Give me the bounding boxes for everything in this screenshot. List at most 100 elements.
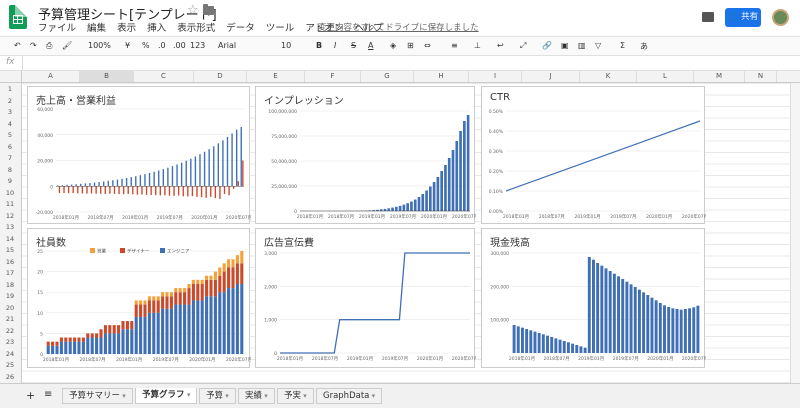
column-header-n[interactable]: N <box>745 71 777 82</box>
row-header-2[interactable]: 2 <box>0 97 20 105</box>
column-header-l[interactable]: L <box>637 71 694 82</box>
sheet-tab[interactable]: GraphData ▾ <box>316 388 383 404</box>
sheet-tab[interactable]: 予算 ▾ <box>199 388 236 404</box>
redo-icon[interactable]: ↷ <box>30 41 37 50</box>
decrease-decimal-button[interactable]: .0 <box>158 41 166 50</box>
column-header-e[interactable]: E <box>247 71 305 82</box>
bold-button[interactable]: B <box>316 41 322 50</box>
sheet-tab[interactable]: 予算グラフ ▾ <box>135 388 198 404</box>
star-icon[interactable]: ☆ <box>187 3 199 18</box>
sheet-tab[interactable]: 実績 ▾ <box>238 388 275 404</box>
row-header-11[interactable]: 11 <box>0 200 20 208</box>
functions-button[interactable]: Σ <box>620 41 625 50</box>
row-header-22[interactable]: 22 <box>0 327 20 335</box>
row-header-23[interactable]: 23 <box>0 338 20 346</box>
add-sheet-icon[interactable]: + <box>26 389 35 402</box>
menu-file[interactable]: ファイル <box>38 23 76 34</box>
row-header-3[interactable]: 3 <box>0 108 20 116</box>
formula-input[interactable] <box>26 57 786 69</box>
menu-format[interactable]: 表示形式 <box>177 23 215 34</box>
undo-icon[interactable]: ↶ <box>14 41 21 50</box>
menu-view[interactable]: 表示 <box>117 23 136 34</box>
borders-icon[interactable]: ⊞ <box>407 41 414 50</box>
font-select[interactable]: Arial <box>218 41 236 50</box>
input-tools-button[interactable]: あ <box>640 41 648 52</box>
row-header-15[interactable]: 15 <box>0 246 20 254</box>
menu-insert[interactable]: 挿入 <box>147 23 166 34</box>
tab-menu-icon[interactable]: ▾ <box>223 392 229 400</box>
chart-sales-operating-profit[interactable]: 売上高・営業利益 60,000 40,000 20,000 0 -20,000 2018年… <box>27 86 251 224</box>
fill-color-icon[interactable]: ◈ <box>390 41 396 50</box>
all-sheets-icon[interactable]: ≡ <box>44 389 52 400</box>
column-header-i[interactable]: I <box>469 71 522 82</box>
chart-advertising[interactable]: 広告宣伝費 3,000 2,000 1,000 0 2018年01月 2018年07月 20… <box>255 228 476 368</box>
row-header-14[interactable]: 14 <box>0 235 20 243</box>
font-size-select[interactable]: 10 <box>281 41 291 50</box>
strikethrough-button[interactable]: S <box>351 41 356 50</box>
filter-icon[interactable]: ▽ <box>595 41 601 50</box>
vertical-align-icon[interactable]: ⊥ <box>474 41 481 50</box>
row-header-18[interactable]: 18 <box>0 281 20 289</box>
chart-cash-balance[interactable]: 現金残高 300,000 200,000 100,000 2018年01月 2018年0… <box>481 228 706 368</box>
insert-link-icon[interactable]: 🔗 <box>542 41 552 50</box>
row-header-6[interactable]: 6 <box>0 143 20 151</box>
column-header-c[interactable]: C <box>134 71 194 82</box>
merge-cells-icon[interactable]: ⇔ <box>424 41 431 50</box>
number-format-select[interactable]: 123 <box>190 41 205 50</box>
row-header-12[interactable]: 12 <box>0 212 20 220</box>
print-icon[interactable]: ⎙ <box>46 41 52 51</box>
horizontal-align-icon[interactable]: ≡ <box>451 41 458 50</box>
select-all-corner[interactable] <box>0 71 22 83</box>
comment-icon[interactable] <box>702 12 714 22</box>
row-header-24[interactable]: 24 <box>0 350 20 358</box>
row-header-21[interactable]: 21 <box>0 315 20 323</box>
row-header-17[interactable]: 17 <box>0 269 20 277</box>
row-header-1[interactable]: 1 <box>0 85 20 93</box>
avatar[interactable] <box>772 9 789 26</box>
sheet-tab[interactable]: 予実 ▾ <box>277 388 314 404</box>
tab-menu-icon[interactable]: ▾ <box>301 392 307 400</box>
column-header-g[interactable]: G <box>361 71 414 82</box>
row-header-8[interactable]: 8 <box>0 166 20 174</box>
italic-button[interactable]: I <box>334 41 336 50</box>
share-button[interactable]: 👤 共有 <box>725 8 761 27</box>
column-header-h[interactable]: H <box>414 71 469 82</box>
row-header-16[interactable]: 16 <box>0 258 20 266</box>
menu-edit[interactable]: 編集 <box>87 23 106 34</box>
row-header-9[interactable]: 9 <box>0 177 20 185</box>
currency-button[interactable]: ¥ <box>125 41 130 50</box>
menu-data[interactable]: データ <box>226 23 255 34</box>
column-header-k[interactable]: K <box>580 71 637 82</box>
row-header-4[interactable]: 4 <box>0 120 20 128</box>
text-rotation-icon[interactable]: ⤢ <box>520 41 526 51</box>
chart-ctr[interactable]: CTR 0.50% 0.40% 0.30% 0.20% 0.10% 0.00% 2018年0… <box>481 86 706 224</box>
chart-impressions[interactable]: インプレッション 100,000,000 75,000,000 50,000,000… <box>255 86 476 224</box>
column-header-b[interactable]: B <box>80 71 134 82</box>
row-header-20[interactable]: 20 <box>0 304 20 312</box>
row-header-5[interactable]: 5 <box>0 131 20 139</box>
row-header-7[interactable]: 7 <box>0 154 20 162</box>
column-header-a[interactable]: A <box>22 71 80 82</box>
tab-menu-icon[interactable]: ▾ <box>369 392 376 400</box>
menu-tools[interactable]: ツール <box>266 23 295 34</box>
chart-employees[interactable]: 社員数 25 20 15 10 5 0 2018年01月 2018年07月 2019年01月 20… <box>27 228 251 368</box>
zoom-select[interactable]: 100% <box>88 41 111 50</box>
row-header-10[interactable]: 10 <box>0 189 20 197</box>
row-header-13[interactable]: 13 <box>0 223 20 231</box>
column-header-d[interactable]: D <box>194 71 247 82</box>
save-status-link[interactable]: 変更内容をすべてドライブに保存しました <box>318 21 479 33</box>
text-color-button[interactable]: A <box>368 41 373 50</box>
tab-menu-icon[interactable]: ▾ <box>120 392 126 400</box>
percent-button[interactable]: % <box>142 41 150 50</box>
column-header-m[interactable]: M <box>694 71 745 82</box>
paint-format-icon[interactable]: 🖌 <box>62 41 72 50</box>
vertical-scrollbar[interactable] <box>790 83 800 383</box>
insert-chart-icon[interactable]: ▥ <box>578 41 586 50</box>
column-header-j[interactable]: J <box>522 71 580 82</box>
column-header-f[interactable]: F <box>305 71 361 82</box>
tab-menu-icon[interactable]: ▾ <box>262 392 268 400</box>
sheets-logo-icon[interactable] <box>9 5 27 29</box>
row-header-19[interactable]: 19 <box>0 292 20 300</box>
sheet-tab[interactable]: 予算サマリー ▾ <box>62 388 133 404</box>
increase-decimal-button[interactable]: .00 <box>173 41 186 50</box>
